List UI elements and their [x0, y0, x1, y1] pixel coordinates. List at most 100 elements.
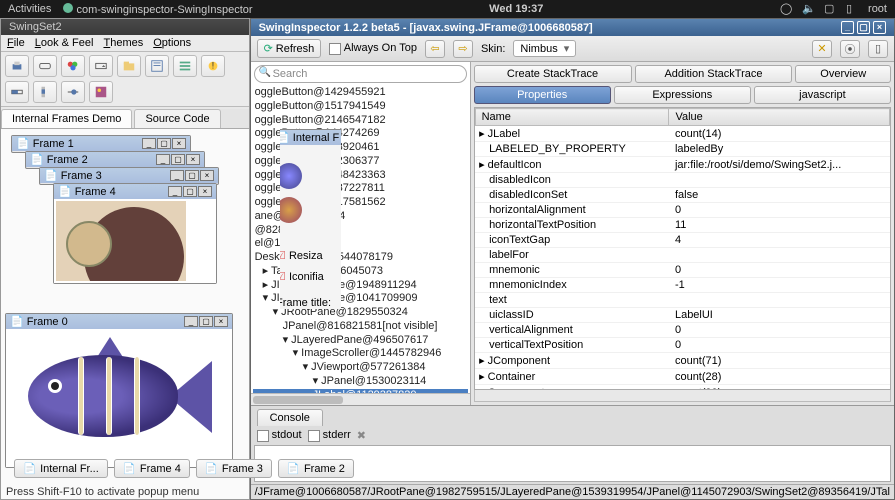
table-row[interactable]: horizontalAlignment0 [475, 203, 889, 218]
tb-colorchooser-icon[interactable] [61, 55, 85, 77]
stderr-check[interactable]: stderr [308, 429, 351, 441]
tree-node[interactable]: DesktopPane@1544078179 [253, 251, 468, 265]
close-icon[interactable]: × [873, 21, 886, 34]
tb-slider-icon[interactable] [61, 81, 85, 103]
tab-javascript[interactable]: javascript [754, 86, 891, 104]
table-row[interactable]: disabledIconSetfalse [475, 188, 889, 203]
max-icon[interactable]: ▢ [857, 21, 870, 34]
table-row[interactable]: verticalAlignment0 [475, 323, 889, 338]
skin-combo[interactable]: Nimbus ▾ [513, 40, 576, 57]
tb-button-icon[interactable] [33, 55, 57, 77]
tree-node[interactable]: oggleButton@2146547182 [253, 114, 468, 128]
table-row[interactable]: disabledIcon [475, 173, 889, 188]
tb-filechooser-icon[interactable] [117, 55, 141, 77]
min-icon[interactable]: _ [841, 21, 854, 34]
tree-node[interactable]: ▾ JViewport@577261384 [253, 361, 468, 375]
tree-node[interactable]: ▸ TaskBar@1936045073 [253, 265, 468, 279]
tab-source-code[interactable]: Source Code [134, 109, 220, 128]
tab-expressions[interactable]: Expressions [614, 86, 751, 104]
tree-node[interactable]: el@1129564105 [253, 237, 468, 251]
tree-node[interactable]: ▾ JLayeredPane@496507617 [253, 334, 468, 348]
refresh-button[interactable]: ⟳ Refresh [257, 39, 322, 58]
col-name[interactable]: Name [475, 109, 669, 126]
tree-node[interactable]: oggleButton@144274269 [253, 127, 468, 141]
taskbar-frame3[interactable]: 📄 Frame 3 [196, 459, 272, 478]
taskbar-frame2[interactable]: 📄 Frame 2 [278, 459, 354, 478]
tb-image-icon[interactable] [89, 81, 113, 103]
clear-console-icon[interactable]: ✖ [357, 429, 366, 442]
tree-node[interactable]: oggleButton@1587227811 [253, 182, 468, 196]
inspector-title-bar[interactable]: SwingInspector 1.2.2 beta5 - [javax.swin… [251, 19, 894, 36]
activities-button[interactable]: Activities [8, 3, 51, 16]
clock[interactable]: Wed 19:37 [253, 3, 780, 15]
network-icon[interactable]: ▢ [824, 2, 838, 16]
tree-node[interactable]: ▸ JInternalFrame@1948911294 [253, 279, 468, 293]
battery-icon[interactable]: ▯ [846, 2, 860, 16]
internal-frame-4[interactable]: 📄 Frame 4_▢× [53, 183, 217, 284]
tb-print-icon[interactable] [5, 55, 29, 77]
taskbar-internal[interactable]: 📄 Internal Fr... [14, 459, 108, 478]
max-icon[interactable]: ▢ [157, 138, 171, 149]
properties-table[interactable]: NameValue ▸ JLabelcount(14)LABELED_BY_PR… [474, 107, 891, 390]
table-row[interactable]: mnemonic0 [475, 263, 889, 278]
tree-node[interactable]: oggleButton@1517941549 [253, 100, 468, 114]
tree-node[interactable]: ▾ JRootPane@1829550324 [253, 306, 468, 320]
close-icon[interactable]: × [172, 138, 186, 149]
addition-stacktrace-button[interactable]: Addition StackTrace [635, 65, 793, 83]
tool-picker-icon[interactable]: ▯ [868, 40, 888, 58]
tb-scroll-icon[interactable] [33, 81, 57, 103]
table-row[interactable]: uiclassIDLabelUI [475, 308, 889, 323]
taskbar-frame4[interactable]: 📄 Frame 4 [114, 459, 190, 478]
menu-look-feel[interactable]: Look & Feel [35, 37, 94, 49]
nav-forward-button[interactable]: ⇨ [453, 40, 473, 58]
props-hscroll[interactable] [474, 390, 891, 402]
col-value[interactable]: Value [669, 109, 890, 126]
table-row[interactable]: labelFor [475, 248, 889, 263]
table-row[interactable]: horizontalTextPosition11 [475, 218, 889, 233]
min-icon[interactable]: _ [142, 138, 156, 149]
volume-icon[interactable]: 🔈 [802, 2, 816, 16]
tree-node[interactable]: ▾ JPanel@1530023114 [253, 375, 468, 389]
tb-html-icon[interactable] [145, 55, 169, 77]
tree-node[interactable]: @828473255 [253, 224, 468, 238]
console-tab[interactable]: Console [257, 409, 323, 426]
tree-node[interactable]: ane@2013513284 [253, 210, 468, 224]
tree-node[interactable]: oggleButton@1429455921 [253, 86, 468, 100]
tb-progress-icon[interactable] [5, 81, 29, 103]
tree-hscroll[interactable] [251, 393, 470, 405]
nav-back-button[interactable]: ⇦ [425, 40, 445, 58]
internal-frame-0[interactable]: 📄 Frame 0_▢× [5, 313, 233, 468]
tree-node[interactable]: oggleButton@1748423363 [253, 169, 468, 183]
tree-node[interactable]: oggleButton@812306377 [253, 155, 468, 169]
table-row[interactable]: mnemonicIndex-1 [475, 278, 889, 293]
table-row[interactable]: ▸ JLabelcount(14) [475, 126, 889, 142]
stdout-check[interactable]: stdout [257, 429, 302, 441]
search-input[interactable]: Search [254, 65, 467, 83]
menu-file[interactable]: FFileile [7, 37, 25, 49]
table-row[interactable]: ▸ JComponentcount(71) [475, 353, 889, 369]
tool-cross-icon[interactable]: ✕ [812, 40, 832, 58]
tree-node[interactable]: JPanel@816821581[not visible] [253, 320, 468, 334]
table-row[interactable]: LABELED_BY_PROPERTYlabeledBy [475, 142, 889, 157]
component-tree[interactable]: oggleButton@1429455921oggleButton@151794… [251, 86, 470, 393]
table-row[interactable]: ▸ defaultIconjar:file:/root/si/demo/Swin… [475, 157, 889, 173]
table-row[interactable]: iconTextGap4 [475, 233, 889, 248]
table-row[interactable]: text [475, 293, 889, 308]
swingset-title-bar[interactable]: SwingSet2 [1, 19, 249, 35]
tree-node[interactable]: oggleButton@1317581562 [253, 196, 468, 210]
tab-properties[interactable]: Properties [474, 86, 611, 104]
active-app-label[interactable]: com-swinginspector-SwingInspector [63, 3, 252, 16]
tb-combobox-icon[interactable] [89, 55, 113, 77]
table-row[interactable]: ▸ Containercount(28) [475, 369, 889, 385]
overview-button[interactable]: Overview [795, 65, 891, 83]
tool-target-icon[interactable]: ⦿ [840, 40, 860, 58]
menu-options[interactable]: Options [153, 37, 191, 49]
tb-optionpane-icon[interactable]: ! [201, 55, 225, 77]
tree-node[interactable]: ▾ ImageScroller@1445782946 [253, 347, 468, 361]
user-menu[interactable]: root [868, 3, 887, 15]
tb-list-icon[interactable] [173, 55, 197, 77]
menu-themes[interactable]: Themes [103, 37, 143, 49]
table-row[interactable]: verticalTextPosition0 [475, 338, 889, 353]
accessibility-icon[interactable]: ◯ [780, 2, 794, 16]
create-stacktrace-button[interactable]: Create StackTrace [474, 65, 632, 83]
